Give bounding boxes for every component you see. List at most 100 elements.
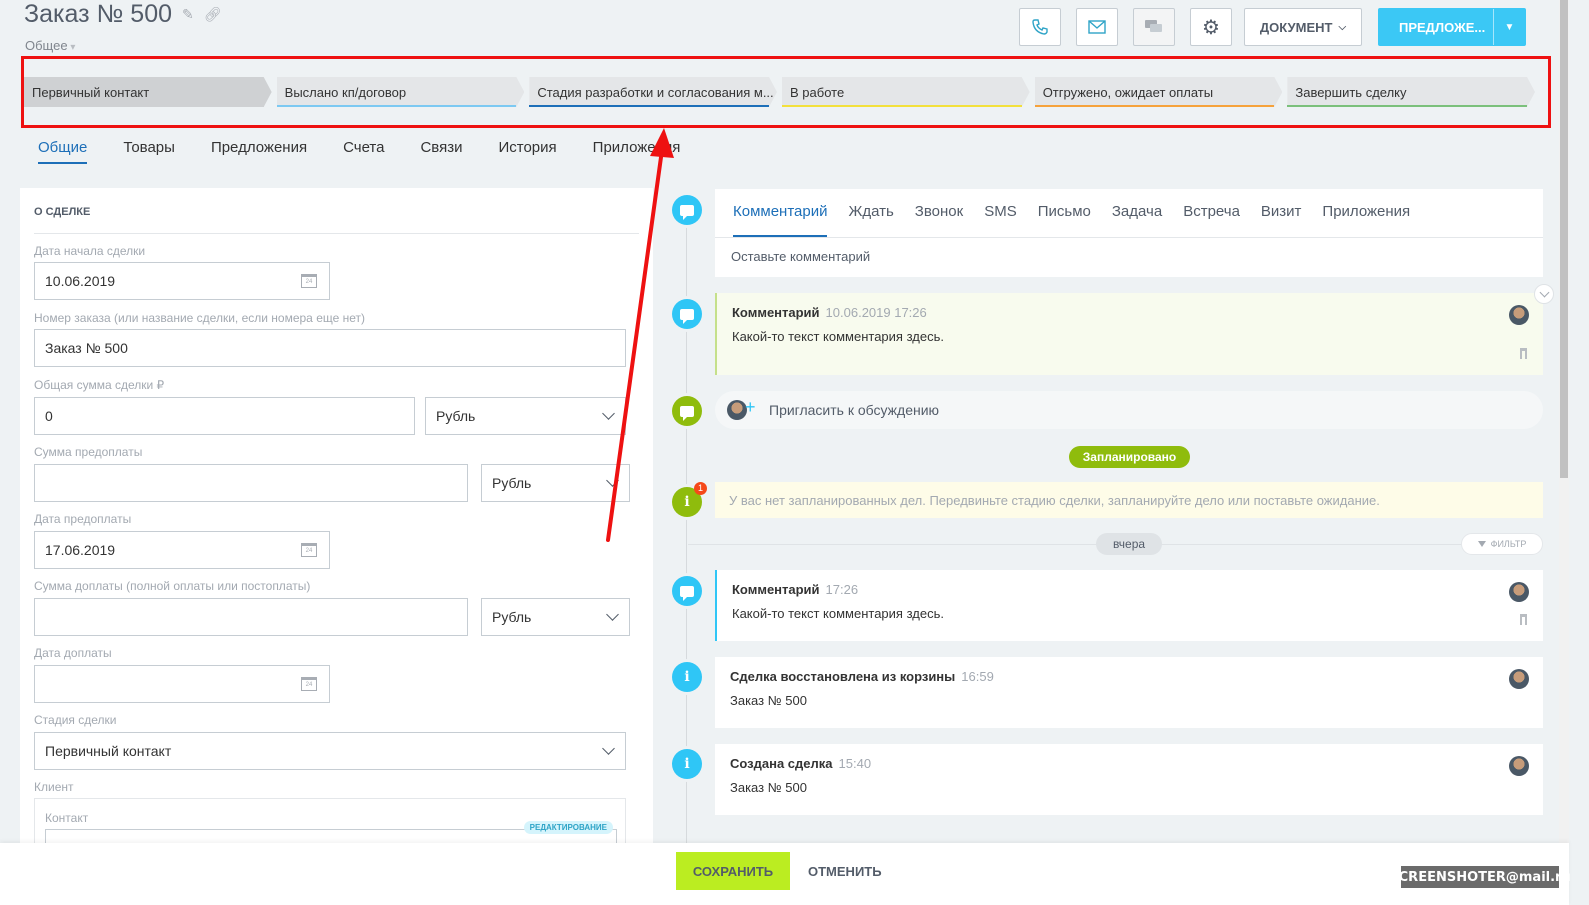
stage-item[interactable]: Выслано кп/договор bbox=[276, 77, 525, 107]
stage-item[interactable]: Первичный контакт bbox=[24, 77, 272, 107]
start-date-value: 10.06.2019 bbox=[45, 273, 116, 289]
stage-progress-bar: Первичный контакт Выслано кп/договор Ста… bbox=[24, 77, 1540, 107]
event-text: Какой-то текст комментария здесь. bbox=[732, 606, 944, 621]
save-button[interactable]: СОХРАНИТЬ bbox=[676, 852, 790, 890]
chat-icon bbox=[1145, 20, 1162, 32]
pin-icon[interactable] bbox=[1520, 614, 1527, 625]
prepayment-date-label: Дата предоплаты bbox=[34, 512, 132, 526]
order-number-value: Заказ № 500 bbox=[45, 340, 128, 356]
composer-tab-task[interactable]: Задача bbox=[1112, 203, 1162, 237]
call-button[interactable] bbox=[1019, 8, 1061, 46]
event-time: 17:26 bbox=[825, 582, 859, 597]
scrollbar-thumb[interactable] bbox=[1560, 0, 1568, 478]
event-title: Комментарий bbox=[732, 305, 820, 320]
stage-item[interactable]: В работе bbox=[782, 77, 1030, 107]
currency-value: Рубль bbox=[492, 609, 532, 625]
invite-label: Пригласить к обсуждению bbox=[769, 402, 940, 418]
tab-products[interactable]: Товары bbox=[123, 139, 175, 164]
event-time: 10.06.2019 17:26 bbox=[825, 305, 927, 320]
edit-badge[interactable]: РЕДАКТИРОВАНИЕ bbox=[523, 821, 613, 834]
event-time: 16:59 bbox=[961, 669, 994, 684]
cancel-button[interactable]: ОТМЕНИТЬ bbox=[808, 852, 882, 890]
pin-icon[interactable] bbox=[1520, 348, 1527, 359]
tab-general[interactable]: Общие bbox=[38, 139, 88, 164]
calendar-icon[interactable]: 24 bbox=[301, 677, 317, 691]
page-title: Заказ № 500 ✎ 🔗︎ bbox=[24, 0, 222, 29]
activity-composer: Комментарий Ждать Звонок SMS Письмо Зада… bbox=[715, 189, 1543, 277]
gear-icon: ⚙ bbox=[1202, 16, 1220, 39]
currency-value: Рубль bbox=[492, 475, 532, 491]
info-icon: i bbox=[672, 749, 702, 779]
prepayment-field[interactable] bbox=[34, 464, 468, 502]
tab-offers[interactable]: Предложения bbox=[211, 139, 307, 164]
event-header: Комментарий 17:26 bbox=[732, 582, 858, 597]
event-text: Заказ № 500 bbox=[730, 780, 807, 795]
deal-sum-value: 0 bbox=[45, 408, 53, 424]
email-button[interactable] bbox=[1076, 8, 1118, 46]
composer-tab-visit[interactable]: Визит bbox=[1261, 203, 1302, 237]
stage-label: В работе bbox=[790, 84, 845, 100]
currency-value: Рубль bbox=[436, 408, 476, 424]
stage-label: Завершить сделку bbox=[1295, 84, 1407, 100]
event-text: Какой-то текст комментария здесь. bbox=[732, 329, 944, 344]
prepayment-currency-select[interactable]: Рубль bbox=[481, 464, 630, 502]
settings-button[interactable]: ⚙ bbox=[1190, 8, 1232, 46]
deal-stage-select[interactable]: Первичный контакт bbox=[34, 732, 626, 770]
order-number-field[interactable]: Заказ № 500 bbox=[34, 329, 626, 367]
composer-tab-apps[interactable]: Приложения bbox=[1322, 203, 1410, 237]
chat-button[interactable] bbox=[1133, 8, 1175, 46]
event-header: Создана сделка 15:40 bbox=[730, 756, 871, 771]
stage-item[interactable]: Отгружено, ожидает оплаты bbox=[1034, 77, 1283, 107]
document-button[interactable]: ДОКУМЕНТ ⌵ bbox=[1244, 8, 1362, 46]
pencil-icon[interactable]: ✎ bbox=[182, 6, 194, 23]
collapse-chevron-icon[interactable] bbox=[1534, 284, 1554, 304]
composer-tab-meeting[interactable]: Встреча bbox=[1183, 203, 1240, 237]
no-plans-notice: У вас нет запланированных дел. Передвинь… bbox=[715, 482, 1543, 518]
deal-sum-field[interactable]: 0 bbox=[34, 397, 415, 435]
plus-icon: + bbox=[745, 397, 756, 417]
timeline-event: Комментарий 17:26 Какой-то текст коммента… bbox=[715, 570, 1543, 641]
tab-apps[interactable]: Приложения bbox=[593, 139, 681, 164]
offer-dropdown-toggle[interactable]: ▼ bbox=[1493, 9, 1525, 45]
deal-stage-value: Первичный контакт bbox=[45, 743, 172, 759]
avatar bbox=[1509, 582, 1529, 602]
tab-history[interactable]: История bbox=[498, 139, 556, 164]
avatar bbox=[727, 400, 747, 420]
link-icon[interactable]: 🔗︎ bbox=[204, 6, 222, 23]
invite-to-discussion[interactable]: + Пригласить к обсуждению bbox=[715, 391, 1543, 429]
composer-tabs: Комментарий Ждать Звонок SMS Письмо Зада… bbox=[715, 189, 1543, 238]
tab-invoices[interactable]: Счета bbox=[343, 139, 384, 164]
calendar-icon[interactable]: 24 bbox=[301, 543, 317, 557]
deal-stage-label: Стадия сделки bbox=[34, 713, 117, 727]
stage-item[interactable]: Стадия разработки и согласования м... bbox=[529, 77, 777, 107]
chevron-down-icon: ⌵ bbox=[1338, 21, 1347, 33]
deal-title: Заказ № 500 bbox=[24, 0, 172, 28]
client-label: Клиент bbox=[34, 780, 74, 794]
notification-count-badge: 1 bbox=[694, 482, 707, 495]
stage-label: Выслано кп/договор bbox=[284, 84, 407, 100]
surcharge-field[interactable] bbox=[34, 598, 468, 636]
composer-tab-sms[interactable]: SMS bbox=[984, 203, 1017, 237]
stage-item[interactable]: Завершить сделку bbox=[1287, 77, 1535, 107]
section-title: О СДЕЛКЕ bbox=[34, 206, 91, 218]
surcharge-date-field[interactable]: 24 bbox=[34, 665, 330, 703]
start-date-field[interactable]: 10.06.2019 24 bbox=[34, 262, 330, 300]
prepayment-label: Сумма предоплаты bbox=[34, 445, 143, 459]
tab-links[interactable]: Связи bbox=[420, 139, 462, 164]
surcharge-currency-select[interactable]: Рубль bbox=[481, 598, 630, 636]
filter-button[interactable]: ФИЛЬТР bbox=[1461, 533, 1543, 555]
chevron-down-icon bbox=[602, 407, 615, 420]
section-divider bbox=[34, 233, 639, 234]
composer-tab-email[interactable]: Письмо bbox=[1038, 203, 1091, 237]
calendar-icon[interactable]: 24 bbox=[301, 274, 317, 288]
composer-tab-comment[interactable]: Комментарий bbox=[733, 203, 828, 237]
prepayment-date-field[interactable]: 17.06.2019 24 bbox=[34, 531, 330, 569]
composer-tab-wait[interactable]: Ждать bbox=[848, 203, 893, 237]
event-time: 15:40 bbox=[838, 756, 872, 771]
currency-select[interactable]: Рубль bbox=[425, 397, 626, 435]
offer-button[interactable]: ПРЕДЛОЖЕ... ▼ bbox=[1378, 8, 1526, 46]
comment-input[interactable]: Оставьте комментарий bbox=[715, 238, 1543, 264]
composer-tab-call[interactable]: Звонок bbox=[915, 203, 963, 237]
timeline-event: Создана сделка 15:40 Заказ № 500 bbox=[715, 744, 1543, 815]
category-dropdown[interactable]: Общее bbox=[25, 38, 75, 53]
